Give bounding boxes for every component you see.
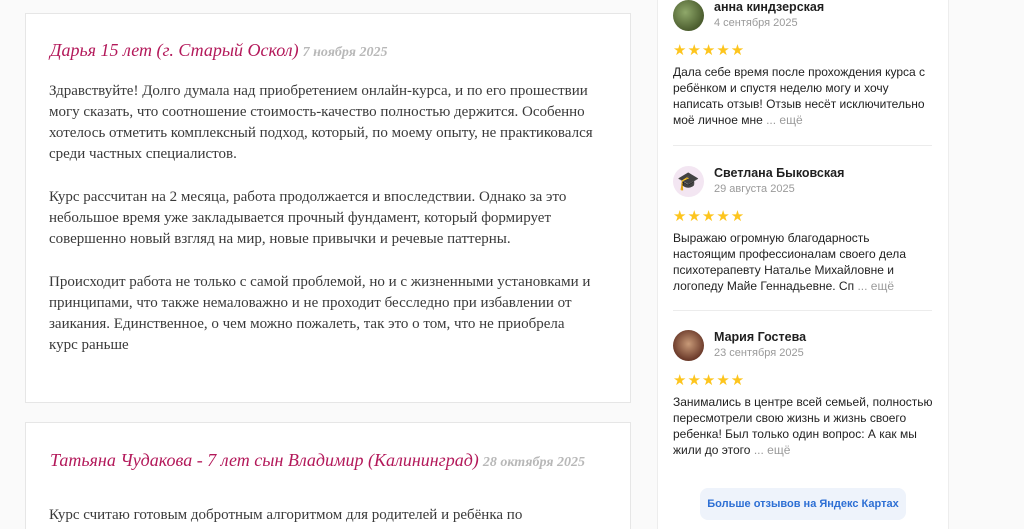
graduation-cap-icon: 🎓 xyxy=(673,166,704,197)
reviewer-name: анна киндзерская xyxy=(714,0,825,14)
review-date: 4 сентября 2025 xyxy=(714,17,798,29)
review-text: Дала себе время после прохождения курса … xyxy=(673,64,935,128)
review-paragraph: Здравствуйте! Долго думала над приобрете… xyxy=(49,83,593,162)
review-text: Курс считаю готовым добротным алгоритмом… xyxy=(49,505,596,529)
read-more-link[interactable]: ... ещё xyxy=(766,113,803,127)
reviewer-name: Татьяна Чудакова - 7 лет сын Владимир (К… xyxy=(50,450,479,470)
review-date: 23 сентября 2025 xyxy=(714,347,804,359)
star-rating-icon: ★★★★★ xyxy=(673,208,746,225)
review-date: 29 августа 2025 xyxy=(714,183,795,195)
review-paragraph: Курс рассчитан на 2 месяца, работа продо… xyxy=(49,189,567,247)
reviewer-name: Дарья 15 лет (г. Старый Оскол) xyxy=(50,40,299,60)
star-rating-icon: ★★★★★ xyxy=(673,372,746,389)
star-rating-icon: ★★★★★ xyxy=(673,42,746,59)
divider xyxy=(673,310,932,311)
review-header: Татьяна Чудакова - 7 лет сын Владимир (К… xyxy=(50,450,590,473)
review-text: Выражаю огромную благодарность настоящим… xyxy=(673,230,935,294)
more-reviews-button[interactable]: Больше отзывов на Яндекс Картах xyxy=(700,488,906,520)
review-text: Здравствуйте! Долго думала над приобрете… xyxy=(49,81,596,378)
divider xyxy=(673,145,932,146)
review-paragraph: Курс считаю готовым добротным алгоритмом… xyxy=(49,507,523,523)
read-more-link[interactable]: ... ещё xyxy=(857,279,894,293)
read-more-link[interactable]: ... ещё xyxy=(754,443,791,457)
review-card: Дарья 15 лет (г. Старый Оскол) 7 ноября 2… xyxy=(25,13,631,403)
yandex-reviews-widget: анна киндзерская 4 сентября 2025 ★★★★★ Д… xyxy=(657,0,949,529)
review-card: Татьяна Чудакова - 7 лет сын Владимир (К… xyxy=(25,422,631,529)
review-date: 28 октября 2025 xyxy=(482,455,586,470)
avatar xyxy=(673,0,704,31)
review-text: Занимались в центре всей семьей, полност… xyxy=(673,394,935,458)
review-paragraph: Происходит работа не только с самой проб… xyxy=(49,274,591,353)
reviewer-name: Светлана Быковская xyxy=(714,166,845,180)
review-date: 7 ноября 2025 xyxy=(302,45,388,60)
review-header: Дарья 15 лет (г. Старый Оскол) 7 ноября 2… xyxy=(50,40,590,63)
avatar xyxy=(673,330,704,361)
review-snippet: Занимались в центре всей семьей, полност… xyxy=(673,395,933,457)
reviewer-name: Мария Гостева xyxy=(714,330,807,344)
